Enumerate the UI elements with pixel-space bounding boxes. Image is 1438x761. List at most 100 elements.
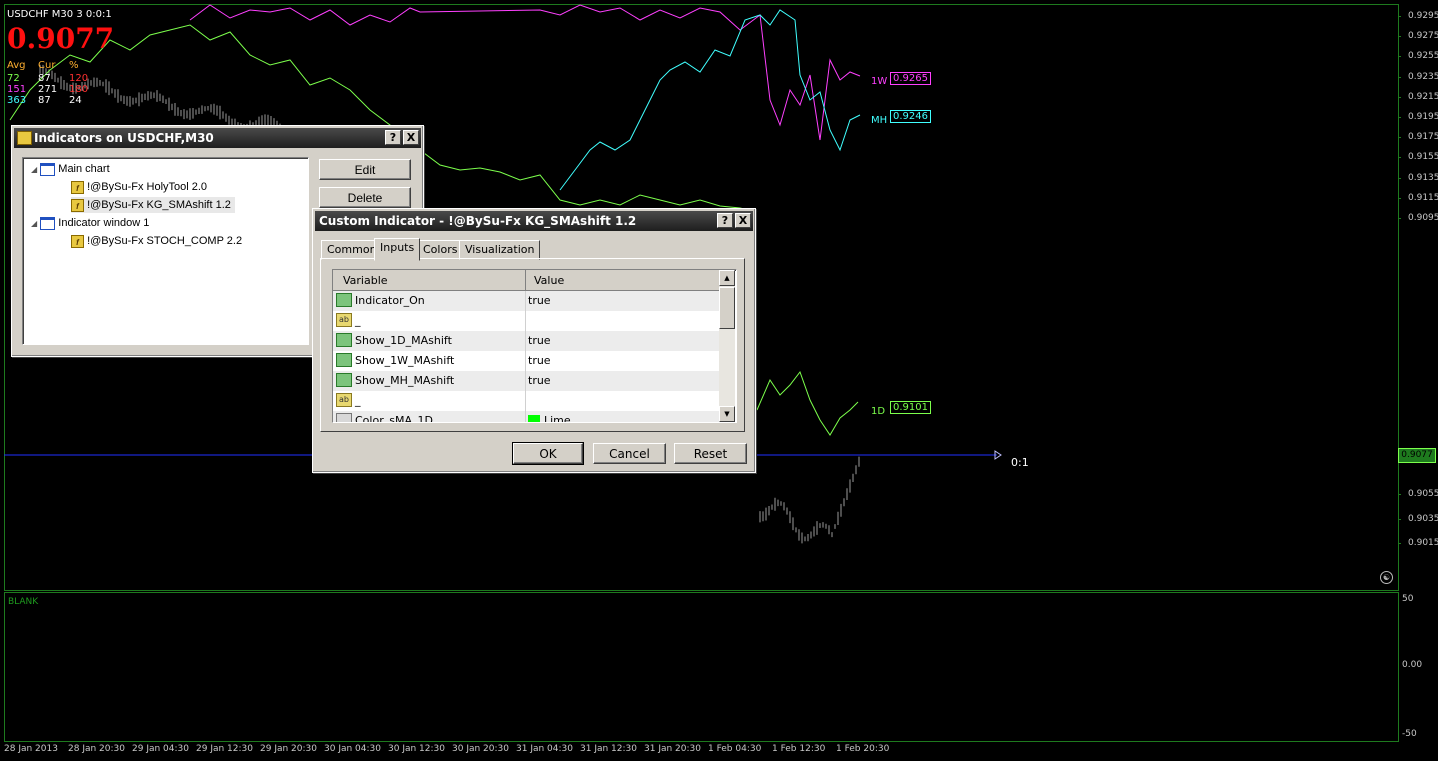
tree-item-kg-smashift[interactable]: f !@BySu-Fx KG_SMAshift 1.2: [71, 197, 235, 213]
time-axis-label: 28 Jan 20:30: [68, 744, 125, 754]
tab-colors[interactable]: Colors: [417, 240, 464, 260]
help-button[interactable]: ?: [717, 213, 733, 228]
tree-item-stoch-comp[interactable]: f !@BySu-Fx STOCH_COMP 2.2: [71, 233, 242, 249]
label-1w-value: 0.9265: [890, 72, 931, 85]
time-axis-label: 1 Feb 20:30: [836, 744, 890, 754]
inputs-grid[interactable]: Variable Value Indicator_On true ab _ Show_1…: [332, 269, 737, 423]
time-axis: 28 Jan 2013 28 Jan 20:30 29 Jan 04:30 29 Ja…: [0, 744, 1398, 760]
time-axis-label: 29 Jan 20:30: [260, 744, 317, 754]
input-row[interactable]: Show_MH_MAshift true: [333, 371, 719, 392]
input-variable: Show_1D_MAshift: [355, 334, 452, 347]
input-row[interactable]: Show_1D_MAshift true: [333, 331, 719, 352]
sub-axis-bottom: -50: [1402, 729, 1417, 739]
big-price-readout: 0.9077: [7, 22, 115, 55]
input-row[interactable]: Color_sMA_1D Lime: [333, 411, 719, 423]
tree-item-label: Main chart: [58, 163, 110, 175]
sub-axis-mid: 0.00: [1402, 660, 1423, 670]
indicators-title: Indicators on USDCHF,M30: [34, 131, 214, 145]
time-axis-label: 30 Jan 12:30: [388, 744, 445, 754]
scroll-down-icon[interactable]: ▼: [719, 406, 735, 422]
stats-header: Avg Cur %: [7, 60, 79, 71]
price-tick: [1398, 218, 1401, 219]
time-axis-label: 31 Jan 20:30: [644, 744, 701, 754]
input-value[interactable]: true: [528, 291, 551, 311]
help-button[interactable]: ?: [385, 130, 401, 145]
price-tick: [1398, 96, 1401, 98]
app-icon: [17, 131, 32, 145]
candles-right: [759, 456, 860, 544]
input-value[interactable]: true: [528, 371, 551, 391]
indicator-fx-icon: f: [71, 234, 84, 248]
grid-scrollbar[interactable]: ▲ ▼: [719, 270, 735, 422]
tab-visualization[interactable]: Visualization: [459, 240, 541, 260]
custom-title: Custom Indicator - !@BySu-Fx KG_SMAshift…: [319, 214, 637, 228]
grid-body[interactable]: Indicator_On true ab _ Show_1D_MAshift true Sh…: [333, 291, 719, 422]
scroll-thumb[interactable]: [719, 287, 735, 329]
price-axis-label: 0.9055: [1408, 489, 1438, 499]
stats-header-cur: Cur: [38, 60, 56, 71]
tree-item-holytool[interactable]: f !@BySu-Fx HolyTool 2.0: [71, 179, 207, 195]
price-axis-label: 0.9035: [1408, 513, 1438, 524]
color-type-icon: [336, 413, 352, 422]
input-row[interactable]: ab _: [333, 311, 719, 332]
custom-titlebar[interactable]: Custom Indicator - !@BySu-Fx KG_SMAshift…: [315, 211, 753, 231]
price-axis-label: 0.9115: [1408, 192, 1438, 203]
indicator-fx-icon: f: [71, 180, 84, 194]
label-1d-name: 1D: [871, 406, 886, 417]
stats-cur: 87: [38, 95, 51, 106]
bool-type-icon: [336, 373, 352, 387]
scroll-up-icon[interactable]: ▲: [719, 270, 735, 286]
auto-scroll-icon[interactable]: ☯: [1380, 571, 1393, 584]
price-tick: [1398, 137, 1401, 139]
indicator-tree[interactable]: ◢ Main chart f !@BySu-Fx HolyTool 2.0 f …: [22, 157, 309, 345]
price-axis-label: 0.9235: [1408, 71, 1438, 82]
delete-button[interactable]: Delete: [319, 187, 411, 208]
close-button[interactable]: X: [735, 213, 751, 228]
stats-avg: 72: [7, 73, 20, 84]
price-tick: [1398, 56, 1401, 58]
ma-mh-line: [559, 9, 861, 191]
tree-item-main-chart[interactable]: ◢ Main chart: [31, 161, 110, 177]
label-mh-name: MH: [871, 115, 888, 126]
indicators-titlebar[interactable]: Indicators on USDCHF,M30 ? X: [14, 128, 421, 148]
close-button[interactable]: X: [403, 130, 419, 145]
tab-inputs[interactable]: Inputs: [374, 238, 421, 261]
price-tick: [1398, 197, 1401, 199]
edit-button[interactable]: Edit: [319, 159, 411, 180]
price-tick: [1398, 518, 1401, 520]
sub-axis-top: 50: [1402, 594, 1414, 604]
col-variable[interactable]: Variable: [343, 274, 388, 287]
input-value[interactable]: Lime: [544, 411, 571, 422]
time-axis-label: 30 Jan 20:30: [452, 744, 509, 754]
stats-avg: 363: [7, 95, 27, 106]
input-row[interactable]: ab _: [333, 391, 719, 412]
price-axis-label: 0.9195: [1408, 112, 1438, 122]
indicator-fx-icon: f: [71, 198, 84, 212]
input-variable: Color_sMA_1D: [355, 414, 433, 423]
tree-item-indicator-window[interactable]: ◢ Indicator window 1: [31, 215, 149, 231]
stats-cur: 87: [38, 73, 51, 84]
input-row[interactable]: Show_1W_MAshift true: [333, 351, 719, 372]
price-tick: [1398, 177, 1401, 179]
price-tick: [1398, 157, 1401, 159]
stats-header-avg: Avg: [7, 60, 26, 71]
col-value[interactable]: Value: [534, 274, 564, 287]
label-1d-value: 0.9101: [890, 401, 931, 414]
cancel-button[interactable]: Cancel: [593, 443, 666, 464]
reset-button[interactable]: Reset: [674, 443, 747, 464]
input-value[interactable]: true: [528, 351, 551, 371]
input-value[interactable]: true: [528, 331, 551, 351]
price-axis-label: 0.9135: [1408, 172, 1438, 183]
price-axis-label: 0.9155: [1408, 152, 1438, 163]
input-row[interactable]: Indicator_On true: [333, 291, 719, 312]
stats-avg: 151: [7, 84, 27, 95]
stats-table: 72 87 120 151 271 180 363 87 24: [7, 73, 97, 106]
price-axis-label: 0.9015: [1408, 538, 1438, 548]
time-axis-label: 31 Jan 12:30: [580, 744, 637, 754]
ok-button[interactable]: OK: [512, 442, 584, 465]
input-variable: Indicator_On: [355, 294, 425, 307]
time-axis-label: 28 Jan 2013: [4, 744, 58, 754]
marker-text: 0:1: [1011, 456, 1029, 469]
input-variable: _: [355, 394, 361, 407]
stats-cur: 271: [38, 84, 58, 95]
